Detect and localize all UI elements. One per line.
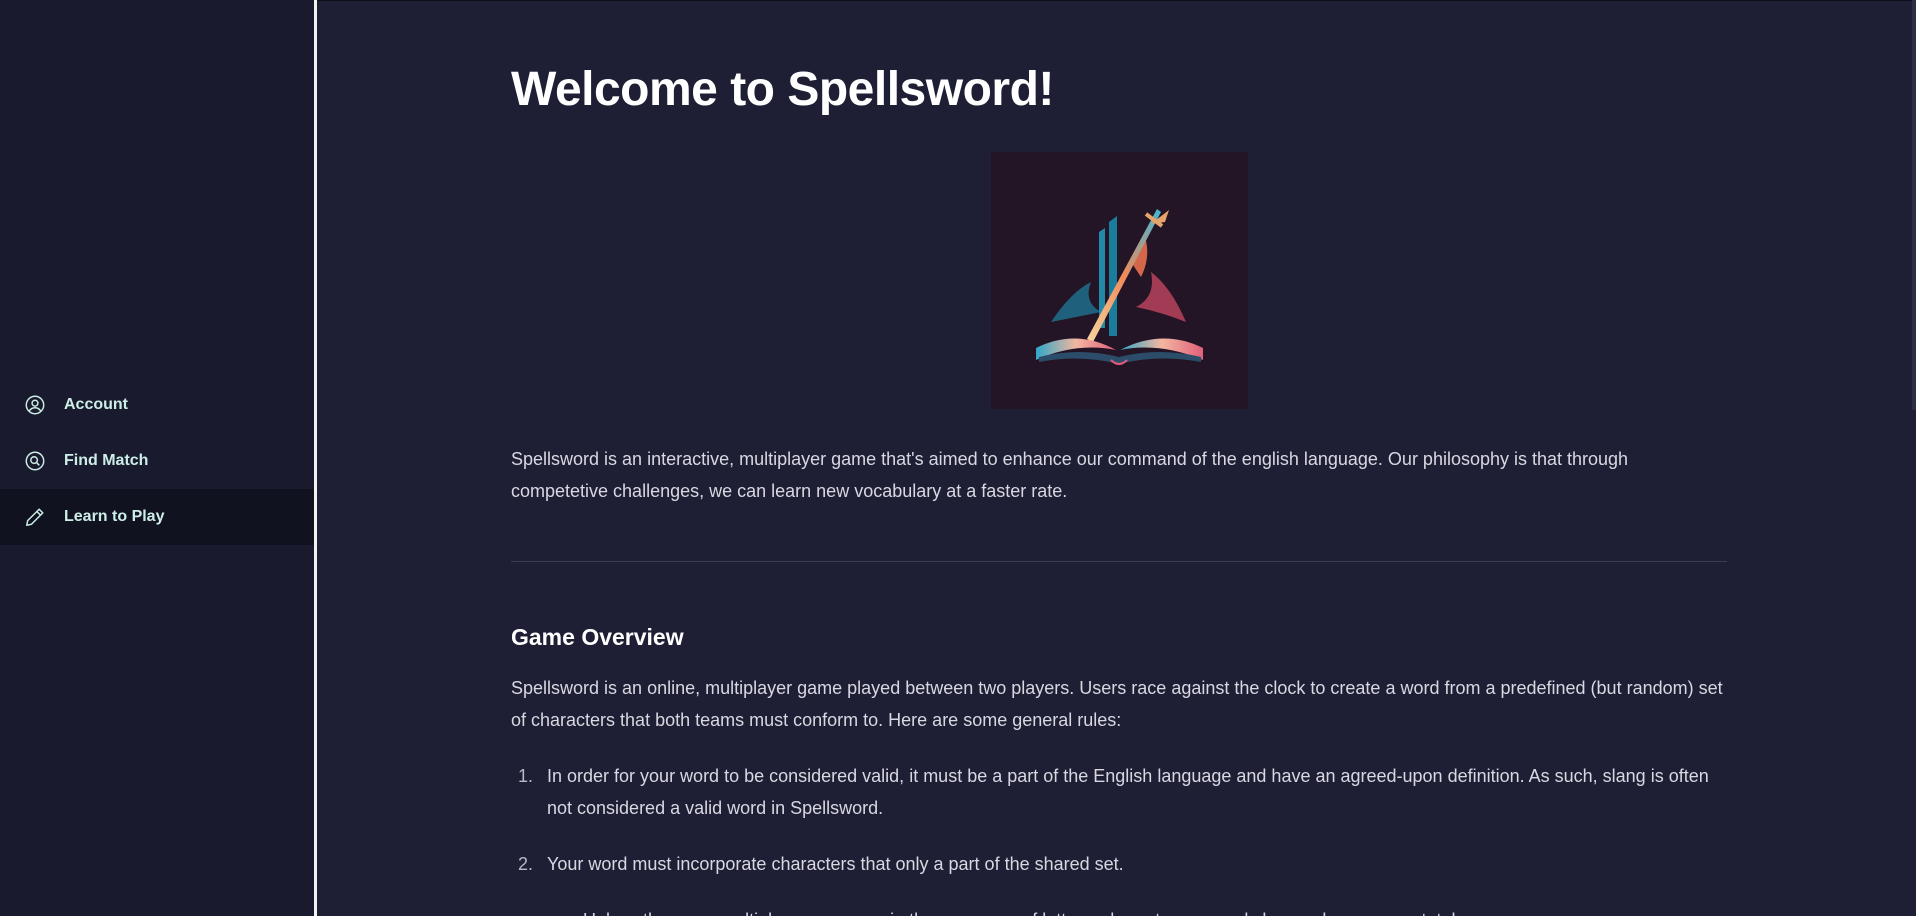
search-circle-icon [24,450,46,472]
partial-subrule: Unless there are multiple occurrences in… [583,904,1455,916]
rules-list: 1. In order for your word to be consider… [511,760,1727,904]
section-divider [511,561,1727,562]
sidebar-item-label: Learn to Play [64,508,165,525]
rule-number: 2. [517,854,533,874]
list-item: 1. In order for your word to be consider… [511,760,1727,824]
list-item: 2. Your word must incorporate characters… [511,848,1727,880]
game-overview-paragraph: Spellsword is an online, multiplayer gam… [511,678,1723,730]
intro-paragraph: Spellsword is an interactive, multiplaye… [511,449,1629,501]
sidebar-item-account[interactable]: Account [0,377,314,433]
sidebar-item-label: Account [64,396,128,413]
rule-text: Your word must incorporate characters th… [547,854,1124,874]
sidebar: Account Find Match Learn to Play [0,0,317,916]
game-overview-heading: Game Overview [511,624,684,650]
sidebar-item-find-match[interactable]: Find Match [0,433,314,489]
page-title: Welcome to Spellsword! [511,63,1054,116]
spellsword-logo [991,152,1248,409]
spellsword-book-sword-logo-icon [1036,209,1203,365]
sidebar-nav: Account Find Match Learn to Play [0,377,314,545]
main-content: Welcome to Spellsword! Spellsword is an … [511,0,1727,916]
scrollbar[interactable] [1912,0,1916,410]
sidebar-item-label: Find Match [64,452,149,469]
pencil-icon [24,506,46,528]
rule-number: 1. [517,766,533,786]
sidebar-item-learn-to-play[interactable]: Learn to Play [0,489,314,545]
rule-text: In order for your word to be considered … [547,766,1709,818]
user-circle-icon [24,394,46,416]
